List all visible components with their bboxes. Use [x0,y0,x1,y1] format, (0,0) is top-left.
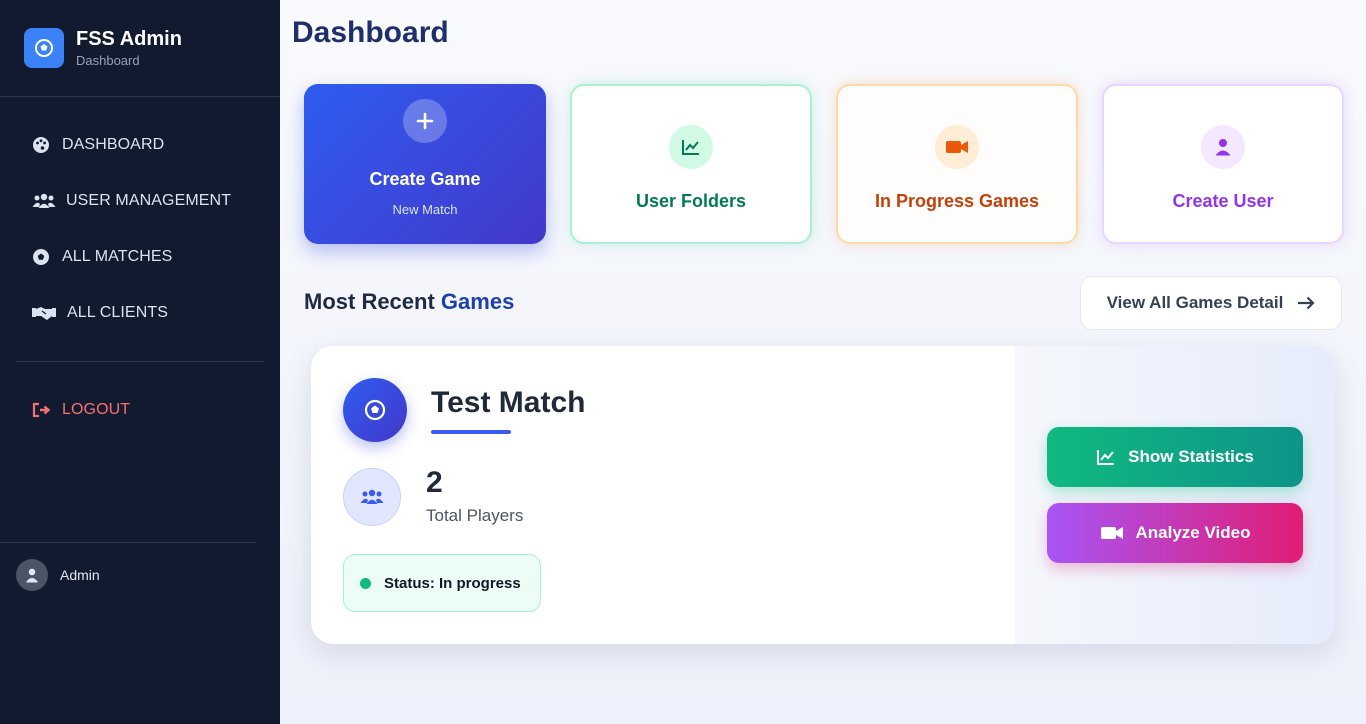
sidebar-item-label: USER MANAGEMENT [66,192,232,209]
user-icon [1201,124,1245,169]
users-icon [32,191,58,211]
logout-icon [32,400,54,420]
status-dot [360,577,371,589]
show-statistics-button[interactable]: Show Statistics [1047,427,1303,487]
analyze-video-label: Analyze Video [1135,523,1251,542]
section-title-accent: Games [440,289,515,314]
users-icon [343,468,401,526]
user-name: Admin [60,567,100,583]
game-card: Test Match 2 Total Players Status: In pr… [311,346,1335,644]
sidebar-item-user-management[interactable]: USER MANAGEMENT [32,191,231,211]
in-progress-games-label: In Progress Games [874,190,1040,211]
video-icon [935,124,979,169]
view-all-label: View All Games Detail [1106,293,1284,312]
page-title: Dashboard [292,16,449,49]
soccer-ball-icon [343,378,407,442]
analyze-video-button[interactable]: Analyze Video [1047,503,1303,563]
user-profile[interactable]: Admin [16,559,100,591]
players-count: 2 [426,466,443,499]
create-user-label: Create User [1172,190,1274,211]
main-content: Dashboard Create Game New Match User Fol… [280,0,1366,724]
user-icon [25,568,39,583]
video-icon [1100,525,1124,541]
soccer-ball-icon [24,28,64,68]
sidebar-item-dashboard[interactable]: DASHBOARD [32,135,164,155]
sidebar-item-label: ALL MATCHES [62,248,173,265]
show-statistics-label: Show Statistics [1128,447,1254,466]
palette-icon [32,135,54,155]
sidebar-item-label: DASHBOARD [62,136,165,153]
arrow-right-icon [1297,296,1315,310]
brand-title: FSS Admin [76,28,182,50]
plus-icon [403,99,447,143]
avatar [16,559,48,591]
view-all-games-button[interactable]: View All Games Detail [1080,276,1342,330]
soccer-ball-icon [32,247,54,267]
sidebar: FSS Admin Dashboard DASHBOARD USER MANAG… [0,0,280,724]
divider [0,96,280,97]
user-folders-label: User Folders [635,190,747,211]
chart-line-icon [1096,448,1116,466]
create-game-card[interactable]: Create Game New Match [304,84,546,244]
status-text: Status: In progress [384,574,521,592]
sidebar-item-all-clients[interactable]: ALL CLIENTS [32,303,168,323]
sidebar-item-label: ALL CLIENTS [67,304,168,321]
logout-button[interactable]: LOGOUT [32,400,130,420]
players-label: Total Players [426,506,524,525]
status-badge: Status: In progress [343,554,541,612]
create-game-label: Create Game [369,169,481,189]
create-user-card[interactable]: Create User [1102,84,1344,244]
user-folders-card[interactable]: User Folders [570,84,812,244]
chart-line-icon [669,124,713,169]
game-actions-panel [1015,346,1335,644]
sidebar-item-all-matches[interactable]: ALL MATCHES [32,247,172,267]
section-title-prefix: Most Recent [304,289,435,314]
brand[interactable]: FSS Admin Dashboard [24,28,182,68]
section-title: Most Recent Games [304,289,514,315]
in-progress-games-card[interactable]: In Progress Games [836,84,1078,244]
handshake-icon [32,303,59,323]
game-title: Test Match [431,386,586,419]
create-game-sublabel: New Match [392,202,458,217]
divider [16,361,264,362]
divider [0,542,256,543]
title-underline [431,430,511,434]
brand-subtitle: Dashboard [76,53,140,68]
logout-label: LOGOUT [62,401,131,418]
